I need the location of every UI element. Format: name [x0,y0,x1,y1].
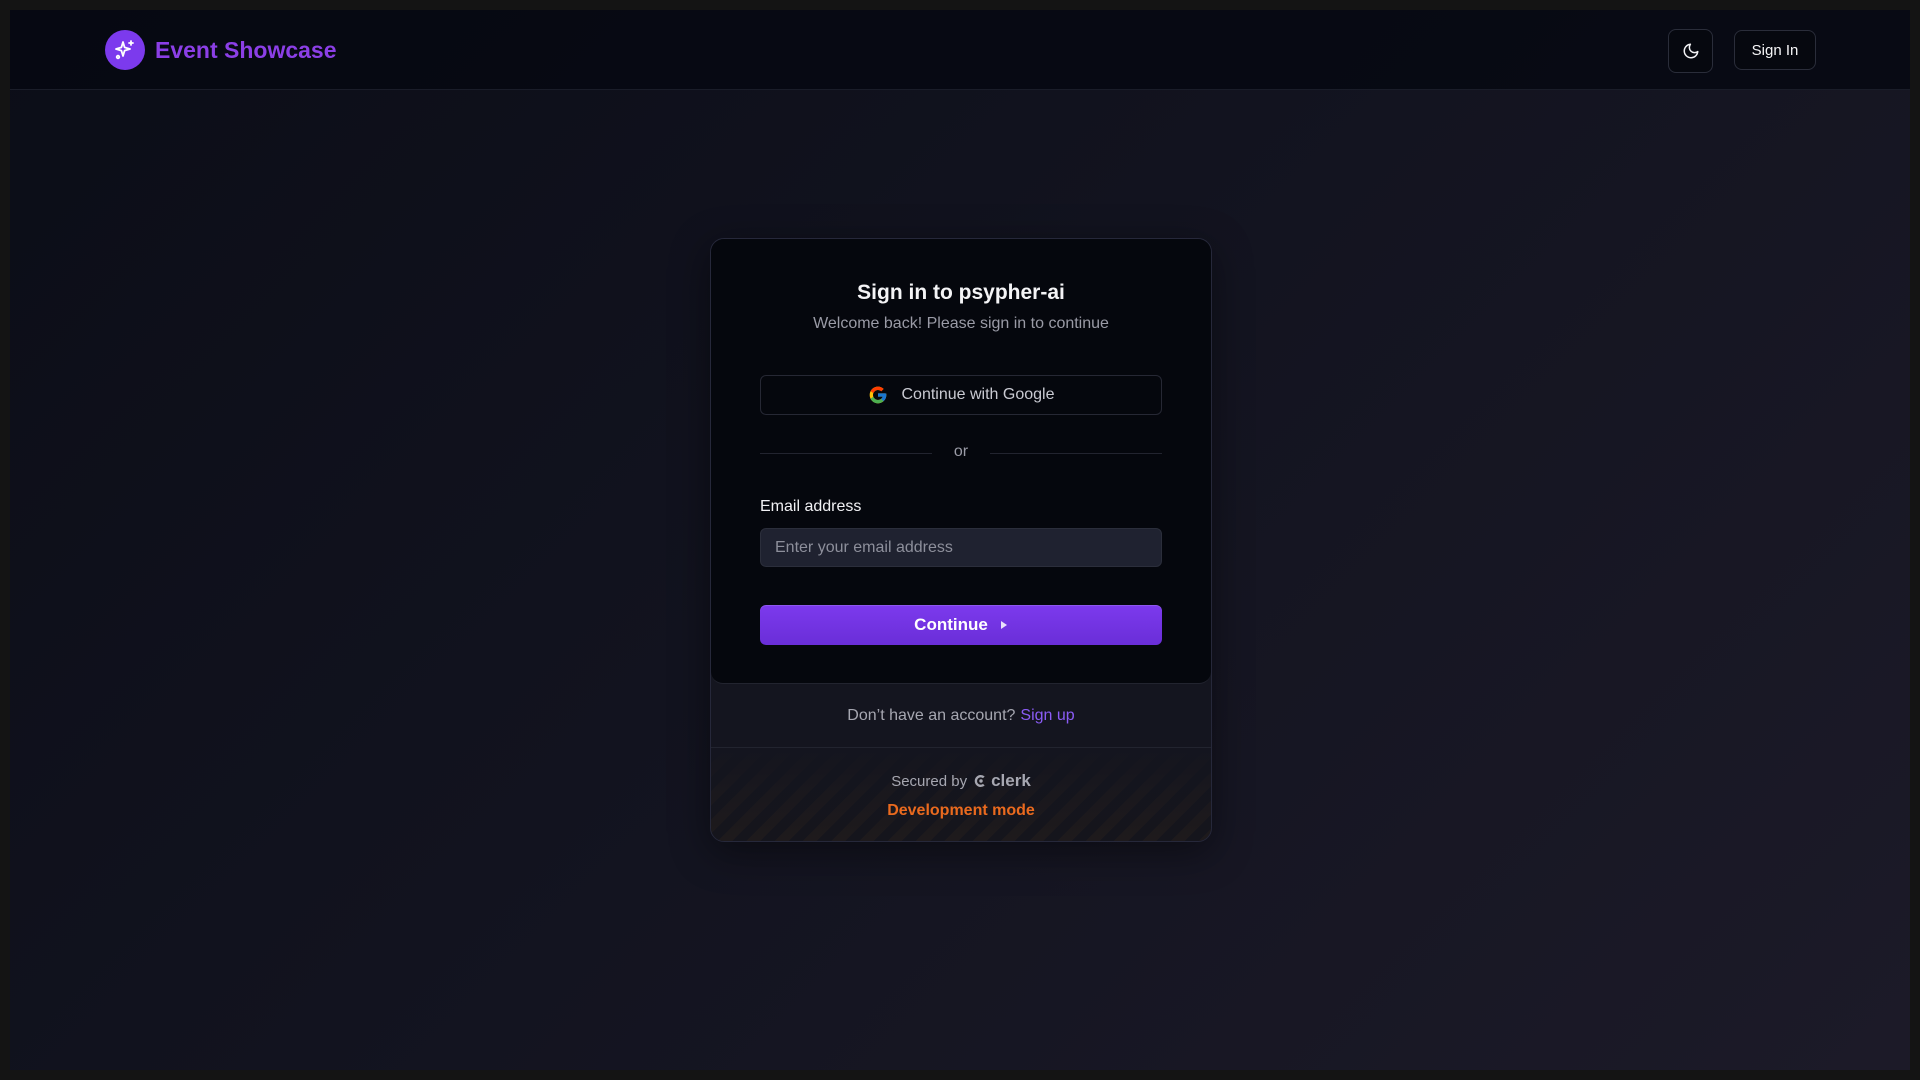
continue-with-google-button[interactable]: Continue with Google [760,375,1162,415]
secured-by-footer: Secured by clerk Development mode [711,749,1211,841]
header-sign-in-button[interactable]: Sign In [1734,30,1816,70]
sign-up-prompt: Don’t have an account? Sign up [711,685,1211,748]
caret-right-icon [1000,621,1007,629]
browser-viewport: Event Showcase Sign In Sign in to psyphe… [10,10,1910,1070]
brand-name: Event Showcase [155,36,337,63]
sparkles-icon [105,30,145,70]
top-navigation-bar: Event Showcase Sign In [10,10,1910,90]
continue-button[interactable]: Continue [760,605,1162,645]
development-mode-badge: Development mode [887,802,1035,819]
secured-by-row: Secured by clerk [711,771,1211,791]
divider-or-text: or [953,443,969,460]
continue-button-label: Continue [914,615,988,634]
footer-fade-overlay [711,749,1211,841]
no-account-text: Don’t have an account? [847,707,1016,724]
google-icon [869,386,886,404]
clerk-brand-text: clerk [991,771,1031,790]
email-label: Email address [760,498,862,515]
brand-home-link[interactable]: Event Showcase [105,30,337,70]
google-button-label: Continue with Google [901,386,1055,403]
sign-up-link[interactable]: Sign up [1020,707,1074,725]
clerk-logo-link[interactable]: clerk [973,771,1031,791]
sign-in-card: Sign in to psypher-ai Welcome back! Plea… [710,238,1212,842]
sign-in-form-panel: Sign in to psypher-ai Welcome back! Plea… [711,239,1211,684]
sign-in-subtitle: Welcome back! Please sign in to continue [813,315,1109,332]
divider-line-right [990,453,1162,454]
clerk-logo-icon [974,775,985,787]
secured-by-text: Secured by [891,772,968,790]
email-input[interactable] [760,528,1162,567]
theme-toggle-button[interactable] [1668,29,1713,73]
sign-in-title: Sign in to psypher-ai [857,281,1065,304]
moon-icon [1683,43,1698,59]
